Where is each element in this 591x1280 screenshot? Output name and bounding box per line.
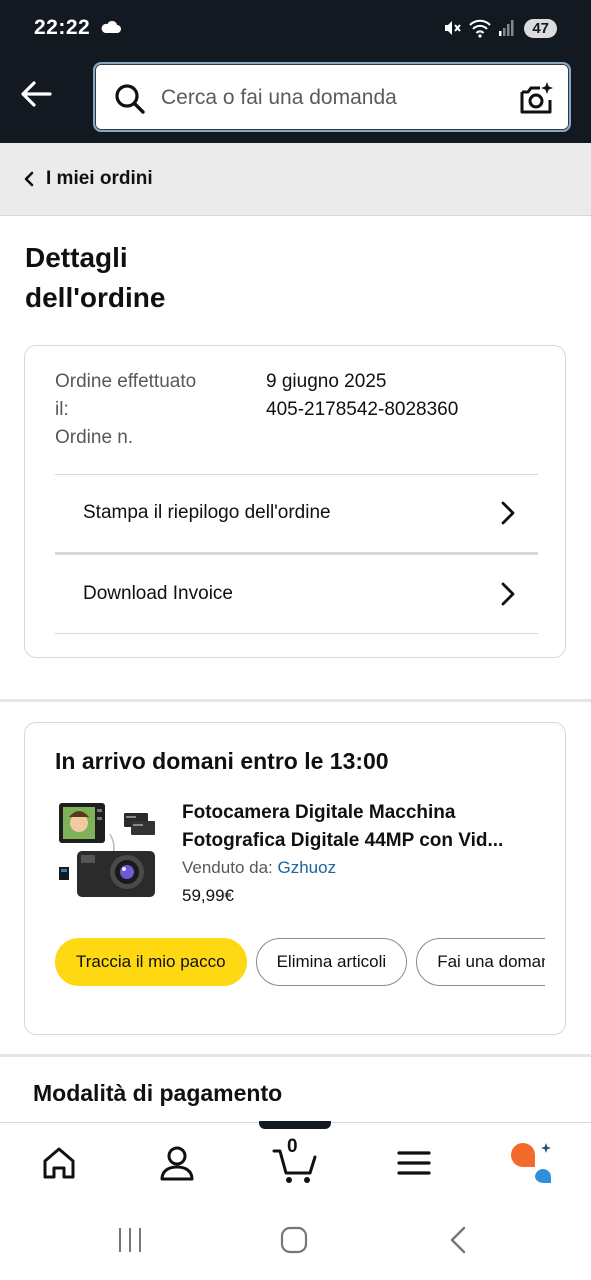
search-icon — [115, 84, 145, 114]
status-bar: 22:22 47 — [0, 0, 591, 56]
page-title-line1: Dettagli — [25, 242, 128, 273]
order-meta-values: 9 giugno 2025 405-2178542-8028360 — [266, 368, 458, 424]
order-summary-card: Ordine effettuato il: Ordine n. 9 giugno… — [24, 345, 566, 658]
recent-apps-icon[interactable] — [114, 1224, 146, 1256]
payment-section-title: Modalità di pagamento — [33, 1080, 283, 1106]
cart-button[interactable]: 0 — [272, 1136, 320, 1185]
cloud-icon — [101, 20, 121, 33]
page-title: Dettagli dell'ordine — [25, 238, 325, 318]
wifi-icon — [469, 19, 492, 38]
app-header — [0, 56, 591, 143]
account-icon[interactable] — [155, 1141, 199, 1185]
system-nav-bar — [0, 1200, 591, 1280]
sold-by-label: Venduto da: — [182, 858, 278, 877]
product-title-line2: Fotografica Digitale 44MP con Vid... — [182, 830, 504, 851]
product-title[interactable]: Fotocamera Digitale Macchina Fotografica… — [182, 799, 547, 855]
menu-icon[interactable] — [392, 1141, 436, 1185]
bottom-nav: 0 — [0, 1121, 591, 1200]
search-bar[interactable] — [93, 62, 571, 132]
seller-link[interactable]: Gzhuoz — [277, 858, 336, 877]
rufus-icon[interactable] — [509, 1141, 553, 1185]
seller-info: Venduto da: Gzhuoz — [182, 858, 336, 878]
order-date: 9 giugno 2025 — [266, 371, 387, 392]
signal-icon — [499, 20, 514, 36]
mute-icon — [445, 21, 462, 35]
chevron-right-icon — [501, 501, 515, 525]
order-placed-label: Ordine effettuato — [55, 371, 197, 392]
divider — [55, 633, 538, 634]
download-invoice-label: Download Invoice — [83, 583, 233, 604]
status-icons: 47 — [442, 15, 557, 41]
product-price: 59,99€ — [182, 886, 234, 905]
status-time: 22:22 — [34, 16, 91, 39]
battery-level: 47 — [524, 18, 557, 38]
remove-items-button[interactable]: Elimina articoli — [255, 938, 408, 986]
track-package-button[interactable]: Traccia il mio pacco — [55, 938, 247, 986]
breadcrumb-label: I miei ordini — [46, 168, 153, 189]
camera-lens-icon[interactable] — [517, 80, 555, 118]
chevron-left-icon — [24, 171, 34, 187]
order-meta-labels: Ordine effettuato il: Ordine n. — [55, 368, 235, 452]
home-button-icon[interactable] — [278, 1224, 310, 1256]
breadcrumb-my-orders[interactable]: I miei ordini — [0, 143, 591, 216]
active-tab-indicator — [259, 1121, 331, 1129]
back-arrow-icon[interactable] — [16, 76, 56, 112]
delivery-status: In arrivo domani entro le 13:00 — [55, 748, 389, 774]
action-buttons: Traccia il mio pacco Elimina articoli Fai … — [55, 938, 545, 988]
download-invoice-link[interactable]: Download Invoice — [55, 555, 538, 633]
back-button-icon[interactable] — [444, 1224, 476, 1256]
delivery-card: In arrivo domani entro le 13:00 Fotocame… — [24, 722, 566, 1035]
page-title-line2: dell'ordine — [25, 282, 166, 313]
order-number-label: Ordine n. — [55, 427, 134, 448]
home-icon[interactable] — [37, 1141, 81, 1185]
product-title-line1: Fotocamera Digitale Macchina — [182, 802, 456, 823]
print-summary-label: Stampa il riepilogo dell'ordine — [83, 502, 331, 523]
section-separator — [0, 1054, 591, 1057]
ask-question-button[interactable]: Fai una domanda — [416, 938, 545, 986]
chevron-right-icon — [501, 582, 515, 606]
order-placed-label-2: il: — [55, 399, 69, 420]
print-summary-link[interactable]: Stampa il riepilogo dell'ordine — [55, 474, 538, 552]
product-image[interactable] — [55, 799, 160, 904]
section-separator — [0, 699, 591, 702]
cart-count: 0 — [287, 1136, 298, 1157]
order-number: 405-2178542-8028360 — [266, 399, 459, 420]
search-input[interactable] — [161, 76, 501, 120]
